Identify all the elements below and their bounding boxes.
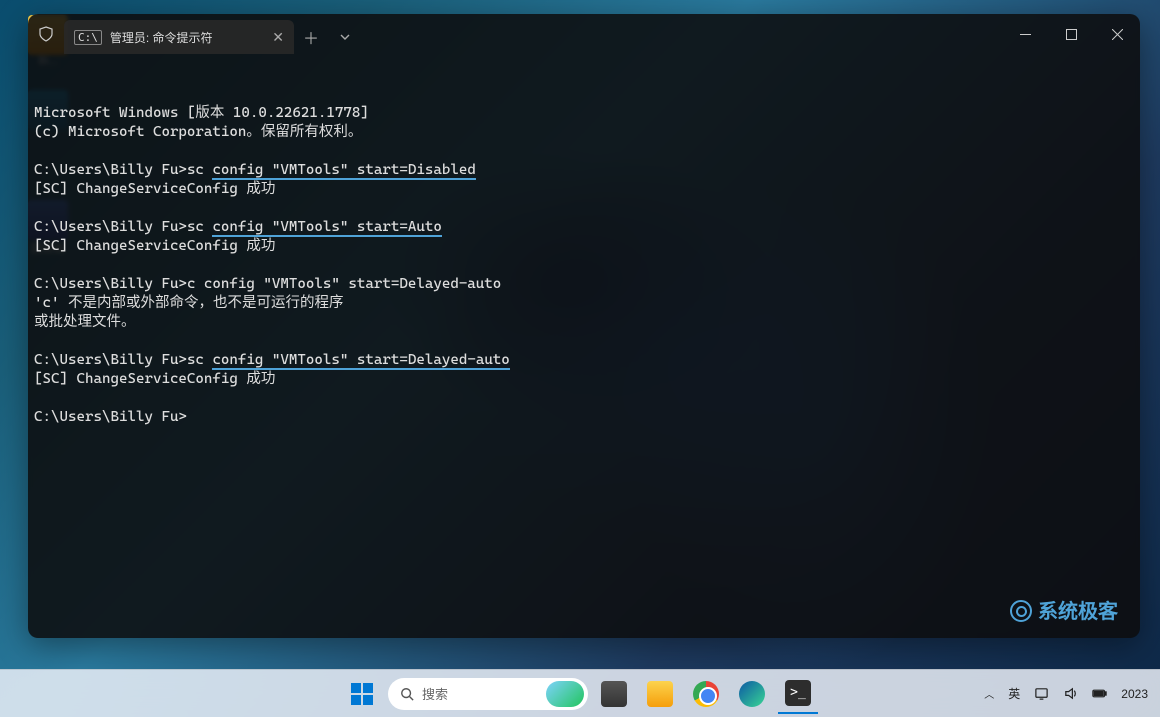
minimize-button[interactable] <box>1002 14 1048 54</box>
terminal-window: C:\ 管理员: 命令提示符 ✕ ＋ Microsoft Windows [版本… <box>28 14 1140 638</box>
maximize-button[interactable] <box>1048 14 1094 54</box>
file-explorer-button[interactable] <box>640 674 680 714</box>
cmd-icon: C:\ <box>74 30 102 45</box>
windows-logo-icon <box>351 683 373 705</box>
clock[interactable]: 2023 <box>1121 687 1148 701</box>
titlebar[interactable]: C:\ 管理员: 命令提示符 ✕ ＋ <box>28 14 1140 54</box>
tab-title: 管理员: 命令提示符 <box>110 29 213 46</box>
new-tab-button[interactable]: ＋ <box>294 20 328 54</box>
chrome-button[interactable] <box>686 674 726 714</box>
terminal-tab[interactable]: C:\ 管理员: 命令提示符 ✕ <box>64 20 294 54</box>
shield-icon <box>28 14 64 54</box>
task-view-button[interactable] <box>594 674 634 714</box>
taskbar: 搜索 >_ ︿ 英 2023 <box>0 669 1160 717</box>
battery-icon[interactable] <box>1092 686 1107 701</box>
close-window-button[interactable] <box>1094 14 1140 54</box>
terminal-taskbar-button[interactable]: >_ <box>778 674 818 714</box>
search-decoration-icon <box>546 681 584 707</box>
volume-icon[interactable] <box>1063 686 1078 701</box>
search-placeholder: 搜索 <box>422 684 448 703</box>
close-tab-icon[interactable]: ✕ <box>272 29 284 46</box>
network-icon[interactable] <box>1034 686 1049 701</box>
start-button[interactable] <box>342 674 382 714</box>
search-icon <box>400 687 414 701</box>
ime-indicator[interactable]: 英 <box>1008 685 1020 702</box>
system-tray[interactable]: ︿ 英 2023 <box>984 685 1148 702</box>
tray-overflow-icon[interactable]: ︿ <box>984 686 994 701</box>
tab-dropdown-button[interactable] <box>328 20 362 54</box>
taskbar-search[interactable]: 搜索 <box>388 678 588 710</box>
edge-button[interactable] <box>732 674 772 714</box>
watermark: 系统极客 <box>1010 600 1118 622</box>
terminal-output[interactable]: Microsoft Windows [版本 10.0.22621.1778](c… <box>28 54 1140 638</box>
